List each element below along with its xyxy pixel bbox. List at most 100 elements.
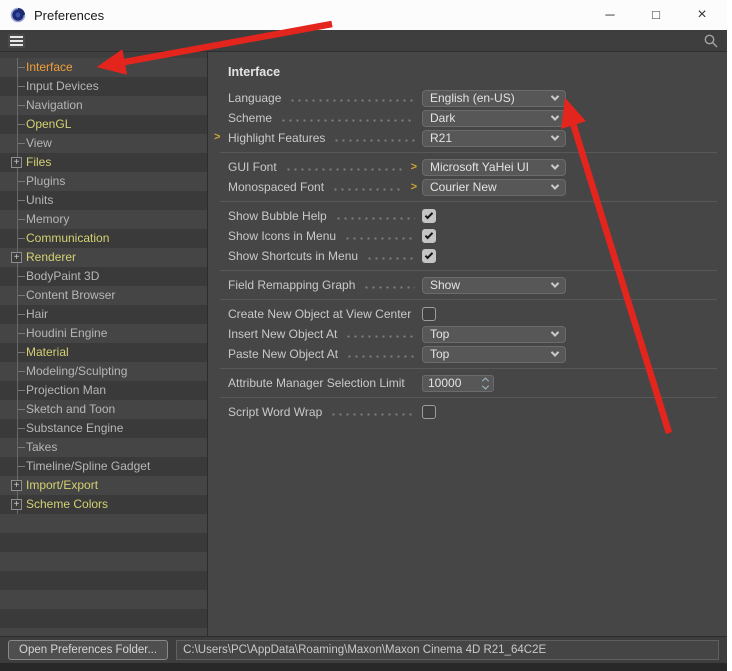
dotted-leader xyxy=(333,139,415,142)
sidebar-item-substance-engine[interactable]: Substance Engine xyxy=(0,419,207,438)
sidebar-item-navigation[interactable]: Navigation xyxy=(0,96,207,115)
chevron-down-icon xyxy=(482,382,489,389)
sidebar-item-interface[interactable]: Interface xyxy=(0,58,207,77)
dropdown-insert-new-object-at[interactable]: Top xyxy=(422,326,566,343)
dropdown-language[interactable]: English (en-US) xyxy=(422,90,566,107)
dotted-leader xyxy=(280,119,415,122)
dropdown-value: English (en-US) xyxy=(430,91,515,105)
sidebar-item-label: Modeling/Sculpting xyxy=(26,364,127,378)
link-arrow-icon[interactable]: > xyxy=(411,181,417,193)
sidebar-item-takes[interactable]: Takes xyxy=(0,438,207,457)
sidebar-item-label: Import/Export xyxy=(26,478,98,492)
dropdown-value: Top xyxy=(430,347,449,361)
chevron-down-icon xyxy=(551,112,559,120)
dropdown-gui-font[interactable]: Microsoft YaHei UI xyxy=(422,159,566,176)
minimize-button[interactable]: ─ xyxy=(587,0,633,30)
dotted-leader xyxy=(344,237,415,240)
setting-row-show-bubble-help: Show Bubble Help xyxy=(228,206,717,226)
sidebar-item-plugins[interactable]: Plugins xyxy=(0,172,207,191)
setting-row-create-new-object-at-view-center: Create New Object at View Center xyxy=(228,304,717,324)
tree-branch-icon xyxy=(17,333,25,334)
expand-arrow-icon[interactable]: > xyxy=(214,131,220,143)
open-preferences-folder-button[interactable]: Open Preferences Folder... xyxy=(8,640,168,660)
expand-plus-icon[interactable]: + xyxy=(11,499,22,510)
sidebar-item-label: Substance Engine xyxy=(26,421,123,435)
dropdown-paste-new-object-at[interactable]: Top xyxy=(422,346,566,363)
checkbox-show-icons-in-menu[interactable] xyxy=(422,229,436,243)
window-title: Preferences xyxy=(34,8,104,23)
hamburger-menu-icon[interactable] xyxy=(8,34,25,48)
check-icon xyxy=(425,231,433,239)
sidebar-item-bodypaint-3d[interactable]: BodyPaint 3D xyxy=(0,267,207,286)
sidebar-item-import-export[interactable]: + Import/Export xyxy=(0,476,207,495)
spinner-attribute-manager-selection-limit[interactable]: 10000 xyxy=(422,375,494,392)
spinner-arrows[interactable] xyxy=(483,377,488,390)
group-separator xyxy=(220,270,717,271)
tree-branch-icon xyxy=(17,371,25,372)
sidebar-item-modeling-sculpting[interactable]: Modeling/Sculpting xyxy=(0,362,207,381)
expand-plus-icon[interactable]: + xyxy=(11,252,22,263)
tree-branch-icon xyxy=(17,200,25,201)
check-icon xyxy=(425,251,433,259)
tree-branch-icon xyxy=(17,124,25,125)
checkbox-create-new-object-at-view-center[interactable] xyxy=(422,307,436,321)
sidebar-item-communication[interactable]: Communication xyxy=(0,229,207,248)
sidebar-item-units[interactable]: Units xyxy=(0,191,207,210)
search-icon[interactable] xyxy=(703,33,719,49)
sidebar-item-timeline-spline-gadget[interactable]: Timeline/Spline Gadget xyxy=(0,457,207,476)
checkbox-show-shortcuts-in-menu[interactable] xyxy=(422,249,436,263)
spinner-value: 10000 xyxy=(428,376,461,390)
dotted-leader xyxy=(330,413,415,416)
settings-form: LanguageEnglish (en-US)SchemeDark>Highli… xyxy=(228,88,717,422)
chevron-down-icon xyxy=(551,161,559,169)
tree-branch-icon xyxy=(17,181,25,182)
setting-label-group: GUI Font> xyxy=(228,157,422,177)
dropdown-highlight-features[interactable]: R21 xyxy=(422,130,566,147)
sidebar-item-view[interactable]: View xyxy=(0,134,207,153)
preferences-path-field[interactable]: C:\Users\PC\AppData\Roaming\Maxon\Maxon … xyxy=(176,640,719,660)
sidebar-item-hair[interactable]: Hair xyxy=(0,305,207,324)
tree-branch-icon xyxy=(17,105,25,106)
setting-label-group: Show Bubble Help xyxy=(228,206,422,226)
tree-branch-icon xyxy=(17,314,25,315)
dotted-leader xyxy=(366,257,415,260)
dropdown-value: Show xyxy=(430,278,460,292)
sidebar-item-scheme-colors[interactable]: +Scheme Colors xyxy=(0,495,207,514)
sidebar-item-houdini-engine[interactable]: Houdini Engine xyxy=(0,324,207,343)
sidebar-item-label: Material xyxy=(26,345,69,359)
sidebar-item-files[interactable]: +Files xyxy=(0,153,207,172)
close-button[interactable]: × xyxy=(679,0,725,30)
chevron-down-icon xyxy=(551,348,559,356)
sidebar-item-memory[interactable]: Memory xyxy=(0,210,207,229)
sidebar-item-opengl[interactable]: OpenGL xyxy=(0,115,207,134)
sidebar-item-label: Input Devices xyxy=(26,79,99,93)
dropdown-field-remapping-graph[interactable]: Show xyxy=(422,277,566,294)
sidebar-item-label: Communication xyxy=(26,231,109,245)
sidebar-item-projection-man[interactable]: Projection Man xyxy=(0,381,207,400)
link-arrow-icon[interactable]: > xyxy=(411,161,417,173)
setting-label-group: Paste New Object At xyxy=(228,344,422,364)
dotted-leader xyxy=(363,286,415,289)
expand-plus-icon[interactable]: + xyxy=(11,157,22,168)
footer-bar: Open Preferences Folder... C:\Users\PC\A… xyxy=(0,636,727,663)
setting-label-group: Scheme xyxy=(228,108,422,128)
checkbox-show-bubble-help[interactable] xyxy=(422,209,436,223)
setting-row-attribute-manager-selection-limit: Attribute Manager Selection Limit10000 xyxy=(228,373,717,393)
dropdown-scheme[interactable]: Dark xyxy=(422,110,566,127)
setting-label-group: Field Remapping Graph xyxy=(228,275,422,295)
sidebar-item-renderer[interactable]: +Renderer xyxy=(0,248,207,267)
checkbox-script-word-wrap[interactable] xyxy=(422,405,436,419)
dotted-leader xyxy=(346,355,415,358)
sidebar-item-sketch-and-toon[interactable]: Sketch and Toon xyxy=(0,400,207,419)
expand-plus-icon[interactable]: + xyxy=(11,480,22,491)
sidebar-item-label: Hair xyxy=(26,307,48,321)
dotted-leader xyxy=(332,188,404,191)
sidebar-item-input-devices[interactable]: Input Devices xyxy=(0,77,207,96)
sidebar-item-material[interactable]: Material xyxy=(0,343,207,362)
dropdown-monospaced-font[interactable]: Courier New xyxy=(422,179,566,196)
sidebar-item-content-browser[interactable]: Content Browser xyxy=(0,286,207,305)
tree-branch-icon xyxy=(17,409,25,410)
chevron-down-icon xyxy=(551,328,559,336)
sidebar-item-label: Sketch and Toon xyxy=(26,402,115,416)
maximize-button[interactable]: □ xyxy=(633,0,679,30)
